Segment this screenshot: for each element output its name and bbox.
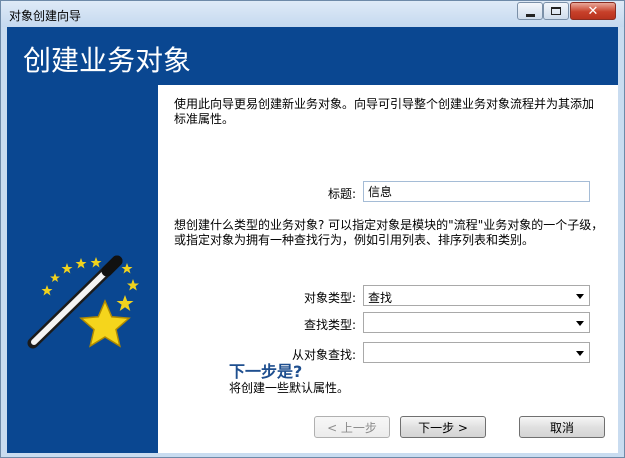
object-type-dropdown[interactable]: 查找 — [363, 285, 590, 306]
title-label: 标题: — [327, 187, 356, 201]
wizard-header: 创建业务对象 — [7, 27, 618, 85]
next-step-heading: 下一步是? — [229, 362, 303, 381]
wizard-side-panel — [7, 85, 158, 453]
window-title: 对象创建向导 — [9, 9, 82, 23]
wizard-client-area: 创建业务对象 使用此向导更易创建新业务对象。向导可引导整个创建业务对象流程并为其… — [7, 27, 618, 453]
chevron-down-icon — [576, 294, 584, 299]
minimize-icon — [525, 13, 535, 17]
title-bar[interactable]: 对象创建向导 ✕ — [1, 1, 624, 27]
wizard-window: 对象创建向导 ✕ 创建业务对象 使用此向导更易创建新业务对象。向导可引导整个创建… — [0, 0, 625, 458]
close-button[interactable]: ✕ — [570, 2, 616, 20]
intro-text: 使用此向导更易创建新业务对象。向导可引导整个创建业务对象流程并为其添加标准属性。 — [174, 97, 595, 126]
title-input[interactable] — [363, 181, 590, 202]
next-button[interactable]: 下一步 > — [400, 416, 486, 438]
magic-wand-stars-icon — [27, 255, 139, 349]
lookup-from-dropdown[interactable] — [363, 342, 590, 363]
type-question-text: 想创建什么类型的业务对象? 可以指定对象是模块的"流程"业务对象的一个子级，或指… — [174, 218, 604, 247]
chevron-down-icon — [576, 351, 584, 356]
wizard-content-panel: 使用此向导更易创建新业务对象。向导可引导整个创建业务对象流程并为其添加标准属性。… — [158, 85, 618, 453]
next-step-text: 将创建一些默认属性。 — [229, 381, 350, 395]
close-icon: ✕ — [587, 3, 599, 19]
back-button[interactable]: < 上一步 — [314, 416, 390, 438]
page-title: 创建业务对象 — [23, 44, 192, 77]
lookup-type-label: 查找类型: — [303, 318, 356, 332]
minimize-button[interactable] — [517, 2, 543, 20]
chevron-down-icon — [576, 321, 584, 326]
lookup-type-dropdown[interactable] — [363, 312, 590, 333]
object-type-value: 查找 — [368, 291, 393, 305]
cancel-button[interactable]: 取消 — [519, 416, 605, 438]
object-type-label: 对象类型: — [303, 291, 356, 305]
maximize-icon — [551, 7, 561, 15]
maximize-button[interactable] — [543, 2, 569, 20]
